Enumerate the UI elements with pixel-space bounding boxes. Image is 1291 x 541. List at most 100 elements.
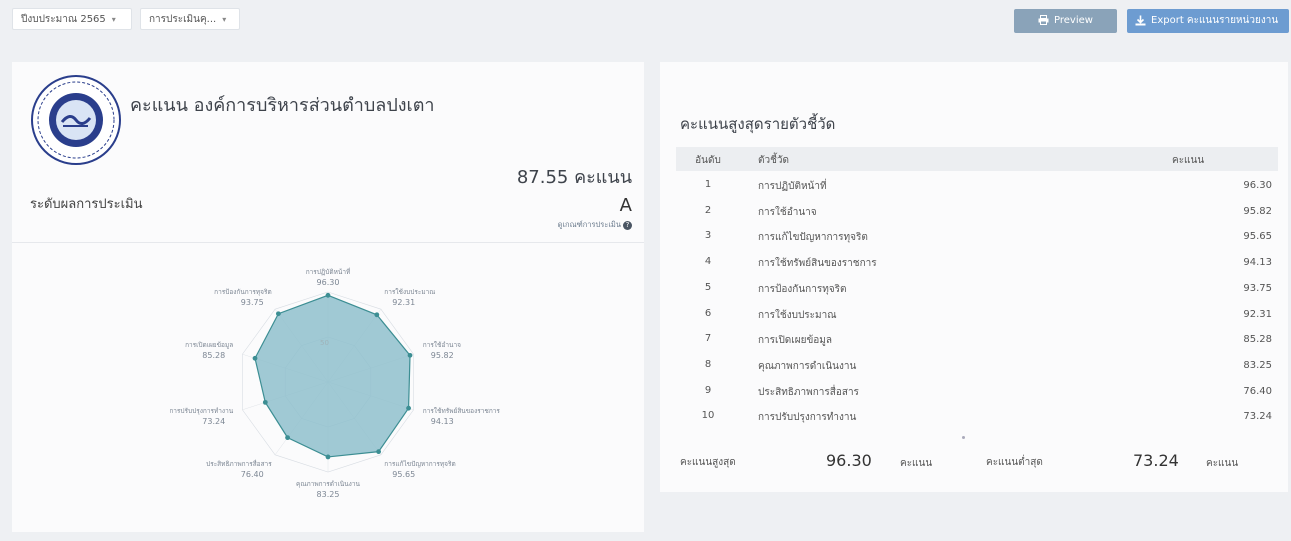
radar-value-label: 73.24	[202, 417, 225, 426]
score-cell: 83.25	[1243, 359, 1272, 371]
indicator-cell: การปรับปรุงการทำงาน	[758, 412, 857, 424]
header-indicator: ตัวชี้วัด	[758, 155, 790, 166]
radar-ring-label: 50	[320, 339, 329, 347]
indicator-cell: การใช้อำนาจ	[758, 206, 817, 218]
rank-cell: 10	[701, 410, 715, 422]
radar-data-point	[325, 292, 331, 298]
header-score: คะแนน	[1172, 155, 1205, 166]
min-score-value: 73.24	[1133, 451, 1179, 470]
table-row: 9 ประสิทธิภาพการสื่อสาร 76.40	[676, 380, 1278, 405]
radar-data-point	[252, 355, 258, 361]
rank-cell: 8	[704, 358, 712, 370]
score-cell: 93.75	[1243, 282, 1272, 294]
radar-axis-label: การปรับปรุงการทำงาน	[170, 407, 234, 415]
top-toolbar: ปีงบประมาณ 2565 ▾ การประเมินคุ... ▾ Previe…	[0, 0, 1291, 40]
rank-cell: 6	[704, 307, 712, 319]
max-score-value: 96.30	[826, 451, 872, 470]
preview-button[interactable]: Preview	[1014, 9, 1117, 33]
radar-data-point	[285, 435, 290, 441]
rank-cell: 3	[704, 230, 712, 242]
indicator-cell: การแก้ไขปัญหาการทุจริต	[758, 232, 868, 244]
divider	[12, 242, 644, 243]
criteria-link-label: ดูเกณฑ์การประเมิน	[557, 220, 621, 229]
score-cell: 96.30	[1243, 180, 1272, 191]
indicator-cell: คุณภาพการดำเนินงาน	[758, 360, 857, 372]
radar-axis-label: การเปิดเผยข้อมูล	[185, 341, 233, 349]
score-cell: 95.65	[1243, 231, 1272, 243]
max-score-unit: คะแนน	[900, 458, 933, 469]
ranking-table-header: อันดับ ตัวชี้วัด คะแนน	[676, 147, 1278, 171]
radar-axis-label: การใช้งบประมาณ	[384, 288, 435, 296]
radar-axis-label: การใช้อำนาจ	[423, 341, 461, 349]
radar-data-point	[276, 311, 281, 317]
radar-value-label: 83.25	[317, 490, 340, 499]
indicator-cell: การป้องกันการทุจริต	[758, 283, 847, 295]
total-score: 87.55 คะแนน	[516, 167, 632, 188]
indicator-cell: การใช้งบประมาณ	[758, 309, 837, 321]
radar-data-point	[325, 454, 331, 460]
header-rank: อันดับ	[695, 155, 721, 166]
radar-axis-label: การป้องกันการทุจริต	[214, 288, 272, 296]
radar-value-label: 94.13	[431, 417, 454, 426]
score-cell: 95.82	[1243, 205, 1272, 217]
radar-value-label: 93.75	[241, 298, 264, 307]
preview-label: Preview	[1054, 15, 1093, 26]
rank-cell: 4	[704, 256, 712, 268]
radar-value-label: 76.40	[241, 470, 264, 479]
radar-data-point	[376, 449, 381, 455]
min-score-unit: คะแนน	[1206, 458, 1239, 469]
table-row: 6 การใช้งบประมาณ 92.31	[676, 303, 1278, 328]
score-cell: 73.24	[1243, 411, 1272, 423]
radar-data-point	[406, 405, 411, 411]
max-score-label: คะแนนสูงสุด	[680, 457, 736, 468]
score-cell: 76.40	[1243, 385, 1272, 397]
table-row: 1 การปฏิบัติหน้าที่ 96.30	[676, 174, 1278, 199]
radar-data-point	[374, 312, 380, 318]
min-score-label: คะแนนต่ำสุด	[986, 457, 1043, 468]
radar-axis-label: คุณภาพการดำเนินงาน	[296, 480, 360, 488]
criteria-link[interactable]: ดูเกณฑ์การประเมิน?	[470, 219, 632, 231]
download-icon	[1135, 15, 1146, 25]
indicator-cell: การปฏิบัติหน้าที่	[758, 181, 827, 192]
indicator-cell: การใช้ทรัพย์สินของราชการ	[758, 258, 877, 270]
radar-axis-label: ประสิทธิภาพการสื่อสาร	[206, 459, 272, 468]
radar-value-label: 95.82	[431, 351, 454, 360]
chevron-down-icon: ▾	[222, 15, 227, 24]
table-row: 8 คุณภาพการดำเนินงาน 83.25	[676, 354, 1278, 379]
export-button[interactable]: Export คะแนนรายหน่วยงาน	[1127, 9, 1289, 33]
table-row: 3 การแก้ไขปัญหาการทุจริต 95.65	[676, 225, 1278, 250]
score-cell: 85.28	[1243, 334, 1272, 346]
year-select[interactable]: ปีงบประมาณ 2565 ▾	[12, 8, 132, 30]
radar-axis-label: การปฏิบัติหน้าที่	[306, 267, 351, 276]
indicator-cell: ประสิทธิภาพการสื่อสาร	[758, 386, 859, 398]
table-row: 10 การปรับปรุงการทำงาน 73.24	[676, 405, 1278, 430]
export-label: Export คะแนนรายหน่วยงาน	[1151, 15, 1279, 26]
assessment-select[interactable]: การประเมินคุ... ▾	[140, 8, 240, 30]
radar-value-label: 96.30	[317, 278, 340, 287]
rank-cell: 1	[704, 179, 712, 190]
grade-value: A	[619, 195, 632, 216]
rank-cell: 5	[704, 281, 712, 293]
score-cell: 94.13	[1243, 257, 1272, 269]
radar-axis-label: การแก้ไขปัญหาการทุจริต	[384, 460, 455, 468]
radar-value-label: 95.65	[392, 470, 415, 479]
table-row: 7 การเปิดเผยข้อมูล 85.28	[676, 328, 1278, 353]
radar-axis-label: การใช้ทรัพย์สินของราชการ	[423, 407, 501, 415]
org-title: คะแนน องค์การบริหารส่วนตำบลปงเตา	[130, 95, 435, 116]
assessment-level-label: ระดับผลการประเมิน	[30, 197, 143, 212]
printer-icon	[1038, 15, 1049, 25]
rank-cell: 2	[704, 204, 712, 216]
table-row: 2 การใช้อำนาจ 95.82	[676, 200, 1278, 225]
assessment-select-value: การประเมินคุ...	[149, 14, 217, 25]
question-circle-icon: ?	[623, 220, 632, 230]
radar-value-label: 85.28	[202, 351, 225, 360]
radar-chart: 50 การปฏิบัติหน้าที่ 96.30 การใช้งบประมาณ 92…	[170, 267, 501, 499]
chevron-down-icon: ▾	[111, 15, 116, 24]
radar-series-area	[254, 294, 411, 458]
rank-cell: 7	[704, 333, 712, 345]
radar-data-point	[407, 352, 413, 358]
table-row: 4 การใช้ทรัพย์สินของราชการ 94.13	[676, 251, 1278, 276]
org-logo	[31, 75, 121, 165]
rank-cell: 9	[704, 384, 712, 396]
score-cell: 92.31	[1243, 308, 1272, 320]
